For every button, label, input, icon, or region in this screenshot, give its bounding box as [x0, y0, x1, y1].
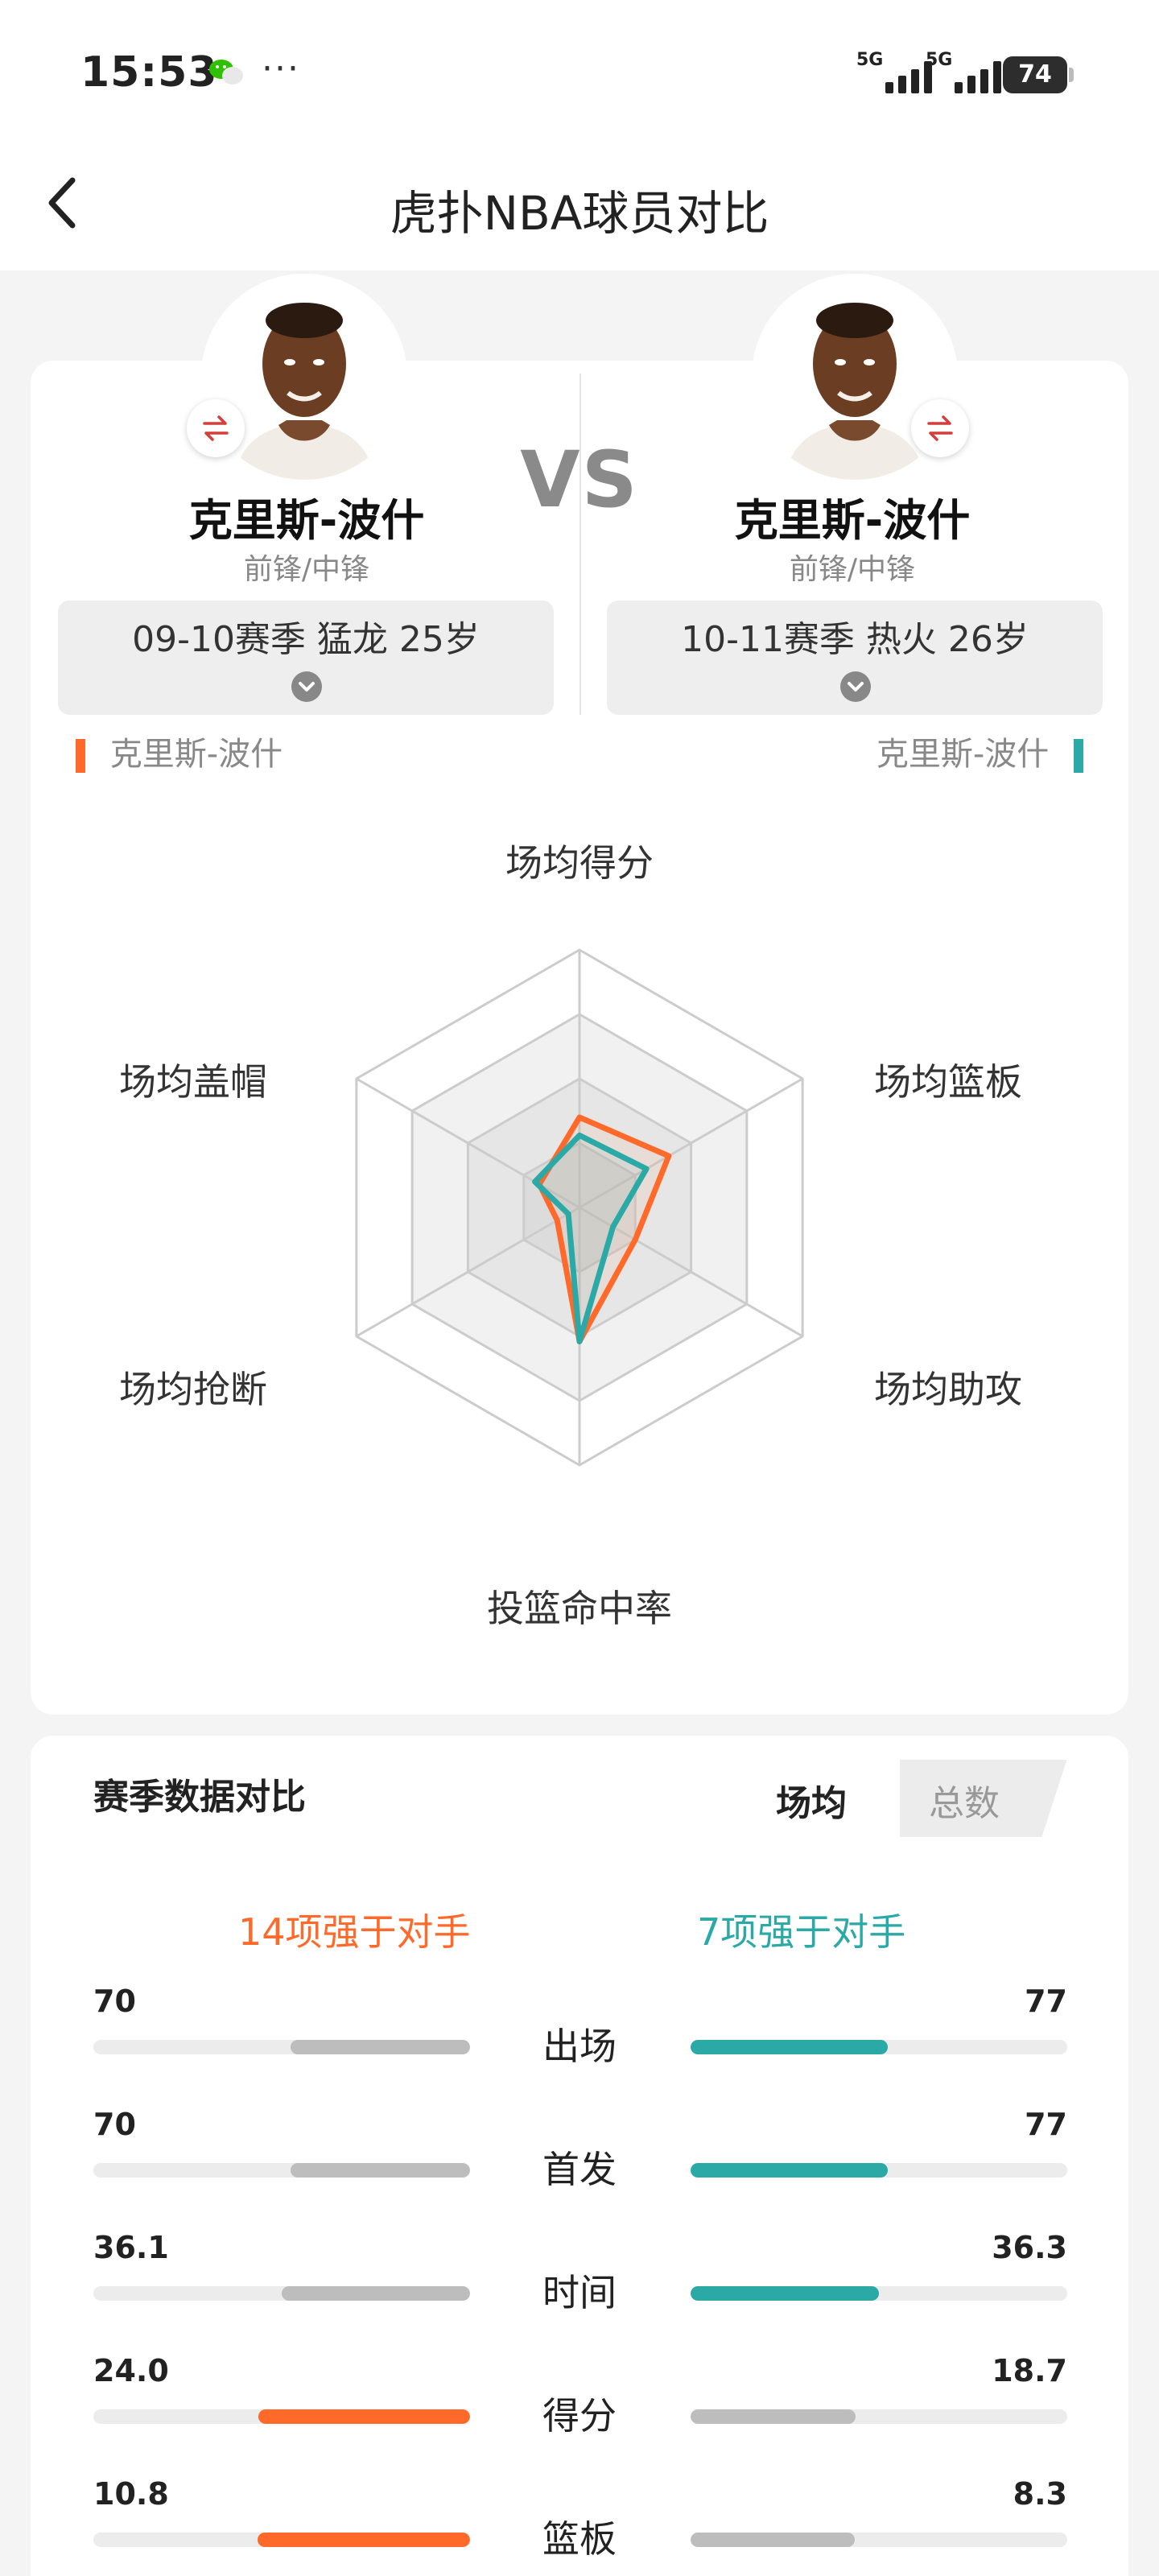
stat-left-value: 24.0	[93, 2353, 169, 2388]
stat-label: 时间	[542, 2271, 617, 2314]
radar-axis-label-rebounds: 场均篮板	[874, 1060, 1022, 1104]
stats-mode-toggle: 场均 总数	[723, 1760, 1067, 1837]
stat-right-bar-fill	[691, 2533, 855, 2547]
right-season-text: 10-11赛季 热火 26岁	[681, 619, 1029, 660]
stat-right-bar-track	[691, 2163, 1067, 2178]
left-player-name: 克里斯-波什	[188, 495, 425, 546]
stat-left-bar-fill	[291, 2040, 470, 2054]
right-strong-summary: 7项强于对手	[697, 1910, 906, 1954]
right-legend-marker	[1074, 739, 1083, 773]
stat-right-bar-fill	[691, 2040, 889, 2054]
signal-label-1: 5G	[856, 50, 884, 70]
stat-right-value: 77	[1025, 1984, 1067, 2019]
battery-level: 74	[1003, 56, 1067, 93]
swap-right-player-button[interactable]	[911, 399, 969, 457]
stat-right-value: 77	[1025, 2107, 1067, 2142]
stat-left-bar-track	[93, 2533, 470, 2547]
right-legend: 克里斯-波什	[876, 728, 1083, 774]
stat-label: 得分	[542, 2394, 617, 2438]
stat-left-bar-track	[93, 2409, 470, 2424]
battery-icon: 74	[1003, 56, 1074, 93]
right-season-selector[interactable]: 10-11赛季 热火 26岁	[607, 601, 1103, 715]
swap-left-player-button[interactable]	[187, 399, 245, 457]
radar-axis-label-steals: 场均抢断	[119, 1368, 267, 1411]
left-legend-marker	[76, 739, 85, 773]
stats-section-title: 赛季数据对比	[93, 1777, 306, 1818]
wechat-icon	[209, 60, 243, 85]
stat-left-bar-fill	[291, 2163, 470, 2178]
status-bar: 15:53 ··· 5G 5G 74	[0, 0, 1159, 137]
page-title: 虎扑NBA球员对比	[390, 186, 769, 241]
stat-right-value: 8.3	[1013, 2476, 1067, 2512]
stat-right-value: 36.3	[992, 2230, 1067, 2265]
status-time: 15:53	[80, 48, 218, 97]
stat-left-bar-track	[93, 2040, 470, 2054]
stat-right-bar-fill	[691, 2409, 856, 2424]
left-legend-label: 克里斯-波什	[109, 736, 283, 773]
radar-axis-label-points: 场均得分	[505, 841, 654, 885]
nav-bar: 虎扑NBA球员对比	[0, 137, 1159, 270]
radar-axis-label-fg-pct: 投篮命中率	[487, 1587, 672, 1630]
stat-right-bar-track	[691, 2040, 1067, 2054]
radar-chart	[355, 948, 804, 1467]
swap-icon	[927, 415, 953, 441]
stat-left-value: 36.1	[93, 2230, 169, 2265]
stat-left-bar-track	[93, 2163, 470, 2178]
radar-axis-label-blocks: 场均盖帽	[119, 1060, 267, 1104]
right-player-name: 克里斯-波什	[734, 495, 971, 546]
left-player-position: 前锋/中锋	[243, 553, 370, 586]
left-strong-summary: 14项强于对手	[238, 1910, 471, 1954]
left-season-selector[interactable]: 09-10赛季 猛龙 25岁	[58, 601, 554, 715]
stat-left-value: 70	[93, 1984, 136, 2019]
right-legend-label: 克里斯-波什	[876, 736, 1050, 773]
signal-label-2: 5G	[926, 50, 953, 70]
stat-left-value: 70	[93, 2107, 136, 2142]
stat-label: 篮板	[542, 2517, 617, 2561]
stat-right-bar-fill	[691, 2163, 889, 2178]
left-season-text: 09-10赛季 猛龙 25岁	[132, 619, 480, 660]
more-notifications-icon: ···	[262, 48, 300, 89]
stat-label: 首发	[542, 2148, 617, 2191]
left-legend: 克里斯-波什	[76, 728, 283, 774]
tab-per-game-label[interactable]: 场均	[723, 1774, 900, 1826]
radar-axis-label-assists: 场均助攻	[874, 1368, 1022, 1411]
stat-label: 出场	[542, 2025, 617, 2068]
stat-right-bar-track	[691, 2286, 1067, 2301]
stat-left-bar-fill	[257, 2533, 470, 2547]
chevron-down-icon	[291, 671, 322, 702]
stat-left-bar-fill	[282, 2286, 470, 2301]
stat-right-bar-track	[691, 2533, 1067, 2547]
swap-icon	[203, 415, 229, 441]
right-player-position: 前锋/中锋	[789, 553, 916, 586]
stat-left-value: 10.8	[93, 2476, 169, 2512]
stat-left-bar-track	[93, 2286, 470, 2301]
signal-icon-2: 5G	[926, 50, 1003, 93]
signal-icon-1: 5G	[856, 50, 934, 93]
stat-left-bar-fill	[258, 2409, 470, 2424]
stat-right-bar-fill	[691, 2286, 880, 2301]
stat-right-bar-track	[691, 2409, 1067, 2424]
chevron-down-icon	[840, 671, 871, 702]
vs-divider	[580, 374, 581, 715]
tab-total-label[interactable]: 总数	[884, 1774, 1045, 1826]
stat-right-value: 18.7	[992, 2353, 1067, 2388]
